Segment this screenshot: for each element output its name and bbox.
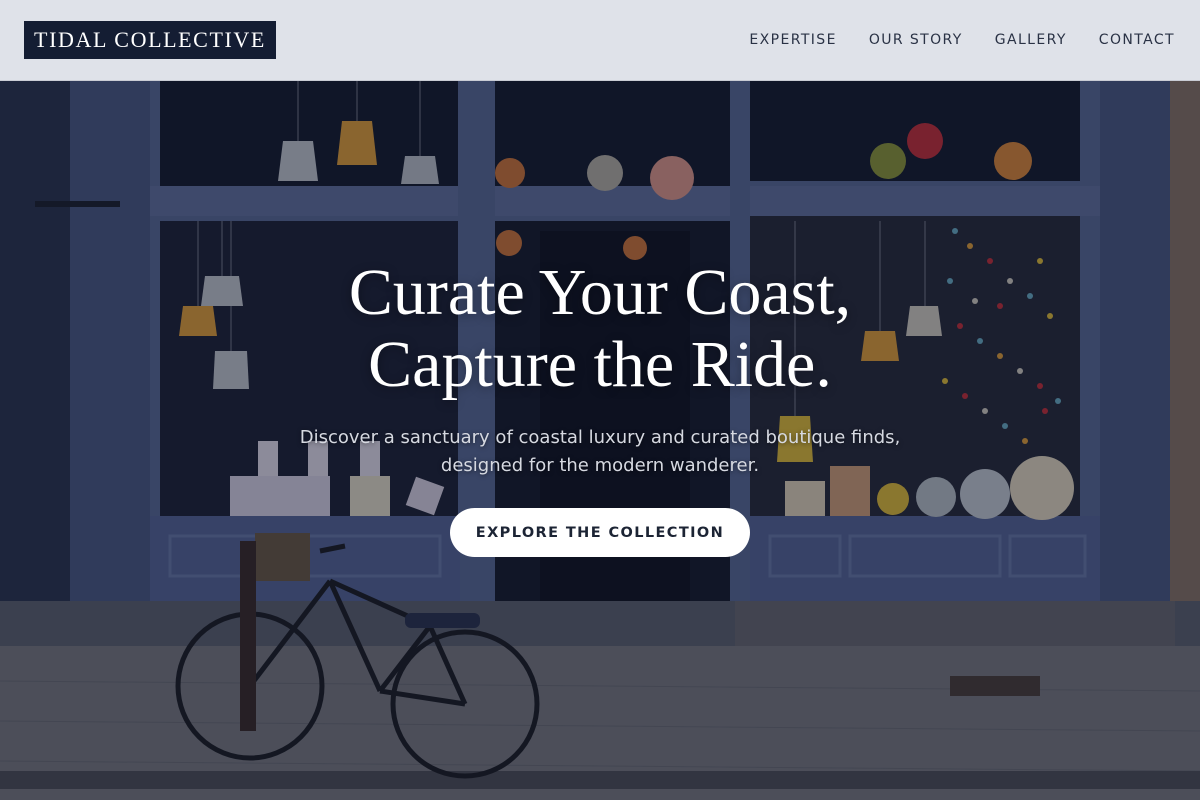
hero-subtitle-line2: designed for the modern wanderer. bbox=[440, 455, 760, 476]
nav-link-expertise[interactable]: EXPERTISE bbox=[749, 30, 836, 50]
brand-logo[interactable]: TIDAL COLLECTIVE bbox=[24, 21, 276, 59]
hero-subtitle-line1: Discover a sanctuary of coastal luxury a… bbox=[299, 427, 901, 448]
main-nav: EXPERTISE OUR STORY GALLERY CONTACT bbox=[717, 30, 1175, 50]
nav-link-gallery[interactable]: GALLERY bbox=[995, 30, 1067, 50]
site-header: TIDAL COLLECTIVE EXPERTISE OUR STORY GAL… bbox=[0, 0, 1200, 81]
nav-link-our-story[interactable]: OUR STORY bbox=[869, 30, 963, 50]
hero-headline-line1: Curate Your Coast, bbox=[348, 256, 852, 329]
nav-link-contact[interactable]: CONTACT bbox=[1099, 30, 1175, 50]
hero-subtitle: Discover a sanctuary of coastal luxury a… bbox=[250, 424, 950, 480]
explore-collection-button[interactable]: EXPLORE THE COLLECTION bbox=[450, 508, 750, 557]
hero-headline-line2: Capture the Ride. bbox=[368, 328, 832, 401]
